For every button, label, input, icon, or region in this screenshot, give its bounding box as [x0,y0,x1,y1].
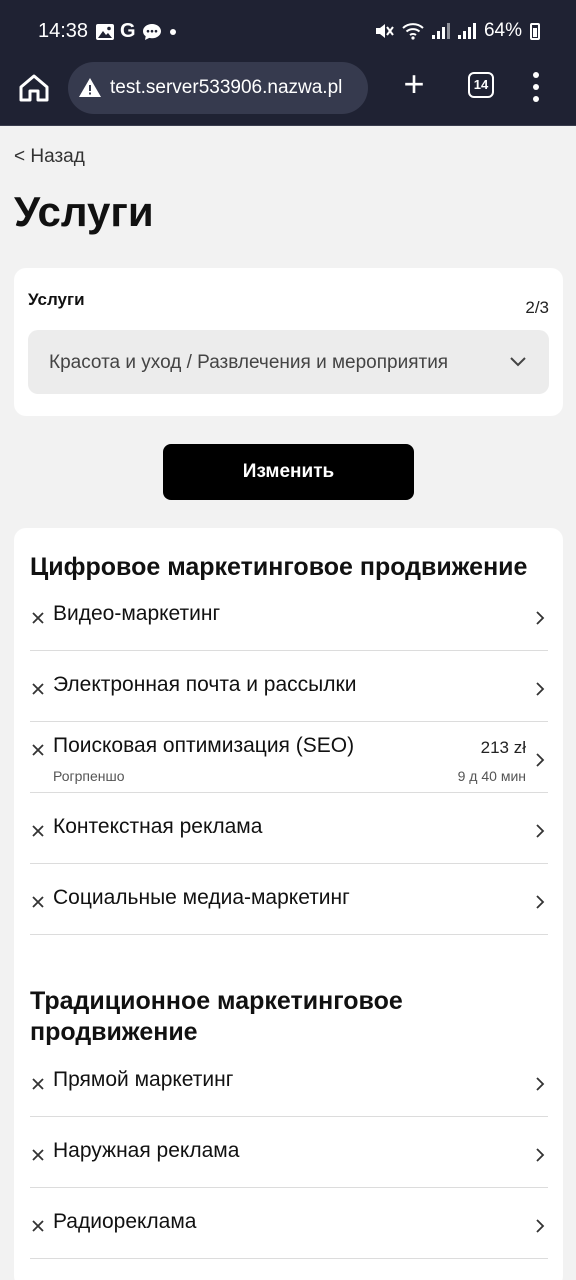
back-link[interactable]: < Назад [14,146,85,168]
chat-icon [142,23,161,40]
signal-icon-2 [457,23,476,39]
service-row[interactable]: Радиореклама [30,1188,548,1259]
section-title: Цифровое маркетинговое продвижение [30,553,528,581]
status-time: 14:38 [38,20,89,42]
category-select-value: Красота и уход / Развлечения и мероприят… [49,352,449,373]
wifi-icon [402,23,424,40]
tab-count-button[interactable]: 14 [468,72,494,98]
chevron-right-icon [534,610,546,626]
url-text: test.server533906.nazwa.pl [110,77,343,98]
category-select[interactable]: Красота и уход / Развлечения и мероприят… [28,330,549,394]
remove-icon[interactable] [30,742,46,758]
battery-icon [530,22,540,40]
chevron-right-icon [534,823,546,839]
chevron-right-icon [534,1147,546,1163]
service-name: Прямой маркетинг [53,1068,234,1091]
warning-icon [79,78,101,97]
remove-icon[interactable] [30,823,46,839]
service-duration: 9 д 40 мин [457,768,526,784]
remove-icon[interactable] [30,1147,46,1163]
service-row[interactable]: Контекстная реклама [30,793,548,864]
chevron-right-icon [534,1218,546,1234]
chevron-down-icon [510,357,526,367]
browser-toolbar: test.server533906.nazwa.pl + 14 [0,62,576,126]
service-row[interactable]: Какая-то реклама200 zł [30,1259,548,1280]
step-indicator: 2/3 [525,298,549,317]
service-selector-card: Услуги 2/3 Красота и уход / Развлечения … [14,268,563,416]
service-name: Радиореклама [53,1210,197,1233]
address-bar[interactable]: test.server533906.nazwa.pl [68,62,368,114]
image-icon [96,23,114,40]
google-icon: G [120,20,136,42]
remove-icon[interactable] [30,894,46,910]
mute-icon [375,24,394,38]
remove-icon[interactable] [30,681,46,697]
new-tab-button[interactable]: + [398,66,430,102]
service-name: Видео-маркетинг [53,602,221,625]
chevron-right-icon [534,1076,546,1092]
service-row[interactable]: Видео-маркетинг [30,580,548,651]
service-row[interactable]: Поисковая оптимизация (SEO) Рогрпеншо 213 … [30,722,548,793]
dot-icon [169,28,176,35]
signal-icon [431,23,450,39]
home-icon[interactable] [16,70,52,106]
section-title: Традиционное маркетинговое продвижение [30,987,403,1046]
service-subtitle: Рогрпеншо [53,768,125,784]
service-name: Социальные медиа-маркетинг [53,886,350,909]
service-row[interactable]: Социальные медиа-маркетинг [30,864,548,935]
change-button[interactable]: Изменить [163,444,414,500]
remove-icon[interactable] [30,610,46,626]
service-row[interactable]: Прямой маркетинг [30,1046,548,1117]
page-title: Услуги [14,188,154,235]
chevron-right-icon [534,752,546,768]
service-name: Контекстная реклама [53,815,263,838]
service-name: Поисковая оптимизация (SEO) [53,734,355,757]
selector-label: Услуги [28,290,85,309]
battery-percent: 64% [483,20,522,41]
services-list-card: Цифровое маркетинговое продвижение Видео-… [14,528,563,1280]
service-row[interactable]: Электронная почта и рассылки [30,651,548,722]
service-name: Электронная почта и рассылки [53,673,357,696]
service-name: Наружная реклама [53,1139,240,1162]
overflow-menu-icon[interactable] [528,72,544,102]
chevron-right-icon [534,894,546,910]
remove-icon[interactable] [30,1218,46,1234]
service-row[interactable]: Наружная реклама [30,1117,548,1188]
chevron-right-icon [534,681,546,697]
status-bar: 14:38 G 64% [0,0,576,62]
service-price: 213 zł [480,738,526,757]
remove-icon[interactable] [30,1076,46,1092]
